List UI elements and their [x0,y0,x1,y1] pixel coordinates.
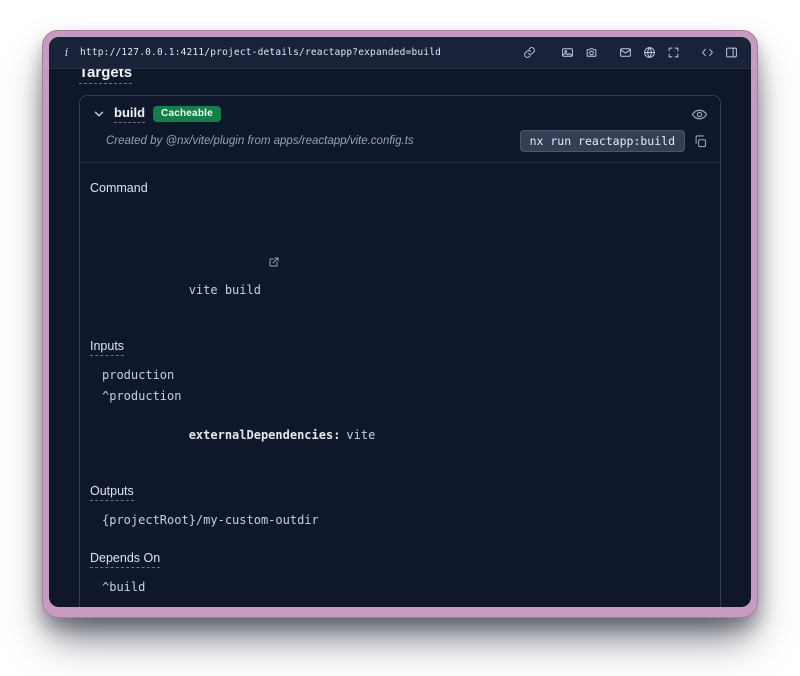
build-target-card: build Cacheable Created by @nx/vite/plug… [79,95,721,607]
external-deps-key: externalDependencies: [189,428,341,442]
camera-icon[interactable] [585,46,598,59]
depends-on-item: ^build [102,578,710,596]
chevron-down-icon[interactable] [92,107,106,121]
mail-icon[interactable] [619,46,632,59]
copy-icon[interactable] [693,134,708,149]
input-item: ^production [102,387,710,405]
cacheable-badge: Cacheable [153,106,221,122]
inputs-heading-label[interactable]: Inputs [90,339,124,356]
targets-heading: Targets [79,69,721,81]
eye-icon[interactable] [691,106,708,123]
build-card-subheader: Created by @nx/vite/plugin from apps/rea… [80,128,720,163]
info-icon: i [62,46,71,59]
outputs-heading: Outputs [90,484,710,498]
link-icon[interactable] [523,46,536,59]
browser-window: i http://127.0.0.1:4211/project-details/… [42,30,758,618]
outputs-heading-label[interactable]: Outputs [90,484,134,501]
input-item-external-deps: externalDependencies: vite [102,408,710,462]
titlebar: i http://127.0.0.1:4211/project-details/… [49,37,751,69]
command-heading: Command [90,181,710,195]
window-inner: i http://127.0.0.1:4211/project-details/… [49,37,751,607]
screenshot-icon[interactable] [561,46,574,59]
targets-heading-label[interactable]: Targets [79,69,132,84]
command-value: vite build [189,283,261,297]
command-value-line: vite build [102,208,710,317]
code-icon[interactable] [701,46,714,59]
depends-on-heading-label[interactable]: Depends On [90,551,160,568]
page-content: Targets build Cacheable [49,69,751,607]
expand-icon[interactable] [667,46,680,59]
titlebar-icons [523,46,738,59]
output-item: {projectRoot}/my-custom-outdir [102,511,710,529]
created-by-text: Created by @nx/vite/plugin from apps/rea… [106,135,414,147]
target-name-build[interactable]: build [114,105,145,123]
depends-on-heading: Depends On [90,551,710,565]
globe-icon[interactable] [643,46,656,59]
build-card-header[interactable]: build Cacheable [80,96,720,128]
external-deps-value: vite [346,428,375,442]
layout-icon[interactable] [725,46,738,59]
input-item: production [102,366,710,384]
url-text[interactable]: http://127.0.0.1:4211/project-details/re… [80,47,441,58]
build-card-body: Command vite build Inputs production ^pr… [80,163,720,607]
run-command-group: nx run reactapp:build [520,130,708,152]
inputs-heading: Inputs [90,339,710,353]
run-command-chip: nx run reactapp:build [520,130,685,152]
external-link-icon[interactable] [268,226,280,238]
